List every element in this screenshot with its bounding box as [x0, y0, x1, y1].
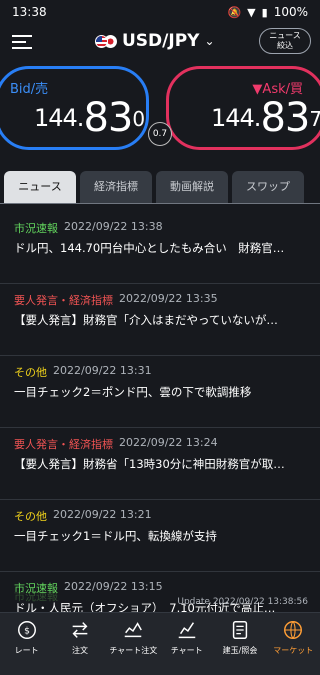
nav-position[interactable]: 建玉/照会: [213, 613, 266, 675]
bottom-navigation: $ レート 注文 チャート注文 チャート 建玉/照会 マーケット: [0, 612, 320, 675]
news-title: 一目チェック2＝ポンド円、雲の下で軟調推移: [14, 385, 252, 399]
news-category: 市況速報: [14, 222, 58, 235]
rate-icon: $: [17, 621, 36, 639]
news-list: 市況速報 2022/09/22 13:38 ドル円、144.70円台中心としたも…: [0, 212, 320, 644]
news-meta: その他 2022/09/22 13:21: [14, 508, 306, 524]
news-time: 2022/09/22 13:38: [64, 220, 163, 233]
chevron-down-icon: ⌄: [204, 34, 215, 48]
nav-market[interactable]: マーケット: [267, 613, 320, 675]
nav-position-label: 建玉/照会: [222, 646, 258, 655]
us-flag-icon: [95, 34, 108, 48]
news-meta: 市況速報 2022/09/22 13:38: [14, 220, 306, 236]
bid-price-small: 0: [132, 107, 145, 131]
news-item[interactable]: その他 2022/09/22 13:31 一目チェック2＝ポンド円、雲の下で軟調…: [0, 356, 320, 428]
news-category: 要人発言・経済指標: [14, 294, 113, 307]
status-icons: 🔕 ▼ ▮: [227, 6, 267, 19]
news-time: 2022/09/22 13:21: [53, 508, 152, 521]
news-time: 2022/09/22 13:24: [119, 436, 218, 449]
currency-pair-selector[interactable]: USD/JPY ⌄: [95, 31, 215, 51]
bid-label: Bid/売: [10, 82, 49, 97]
battery-icon: ▮: [261, 5, 268, 19]
nav-chart-order-label: チャート注文: [109, 646, 158, 655]
top-header: USD/JPY ⌄ ニュース 絞込: [0, 24, 320, 62]
currency-flags: [95, 34, 117, 48]
bid-price-prefix: 144.: [34, 104, 84, 132]
news-category: 要人発言・経済指標: [14, 438, 113, 451]
ask-quote-card[interactable]: ▼Ask/買 144.837: [166, 66, 320, 150]
bid-price-big: 83: [83, 95, 133, 141]
news-item[interactable]: 要人発言・経済指標 2022/09/22 13:24 【要人発言】財務省「13時…: [0, 428, 320, 500]
market-tabs: ニュース 経済指標 動画解説 スワップ: [0, 171, 320, 204]
nav-order-label: 注文: [71, 646, 88, 655]
spread-badge: 0.7: [148, 122, 172, 146]
status-bar: 13:38 🔕 ▼ ▮ 100%: [0, 0, 320, 24]
news-meta: その他 2022/09/22 13:31: [14, 364, 306, 380]
news-filter-button[interactable]: ニュース 絞込: [259, 28, 311, 54]
news-title: ドル円、144.70円台中心としたもみ合い 財務官…: [14, 241, 285, 255]
ask-price-small: 7: [309, 107, 320, 131]
nav-market-label: マーケット: [273, 646, 314, 655]
news-category: その他: [14, 510, 47, 523]
news-title: 一目チェック1＝ドル円、転換線が支持: [14, 529, 217, 543]
svg-text:$: $: [24, 626, 30, 637]
menu-line-bottom: [12, 47, 32, 49]
nav-rate[interactable]: $ レート: [0, 613, 53, 675]
bid-price: 144.830: [34, 98, 145, 138]
chart-icon: [178, 622, 195, 639]
menu-line-top: [12, 35, 32, 37]
status-time: 13:38: [12, 5, 47, 19]
mute-icon: 🔕: [227, 5, 242, 19]
nav-chart-label: チャート: [170, 646, 203, 655]
update-timestamp: Update 2022/09/22 13:38:56: [177, 597, 308, 607]
nav-chart-order[interactable]: チャート注文: [107, 613, 160, 675]
menu-button[interactable]: [12, 35, 32, 51]
status-right: 🔕 ▼ ▮ 100%: [227, 5, 308, 19]
tab-swap[interactable]: スワップ: [232, 171, 304, 203]
news-title: 【要人発言】財務官「介入はまだやっていないが…: [14, 313, 278, 327]
tab-news[interactable]: ニュース: [4, 171, 76, 203]
news-time: 2022/09/22 13:35: [119, 292, 218, 305]
news-item[interactable]: その他 2022/09/22 13:21 一目チェック1＝ドル円、転換線が支持: [0, 500, 320, 572]
bid-quote-card[interactable]: Bid/売 144.830: [0, 66, 149, 150]
tab-video-analysis[interactable]: 動画解説: [156, 171, 228, 203]
news-meta: 要人発言・経済指標 2022/09/22 13:24: [14, 436, 306, 452]
news-item[interactable]: 要人発言・経済指標 2022/09/22 13:35 【要人発言】財務官「介入は…: [0, 284, 320, 356]
ask-price-big: 83: [260, 95, 310, 141]
news-time: 2022/09/22 13:15: [64, 580, 163, 593]
news-category: その他: [14, 366, 47, 379]
nav-rate-label: レート: [14, 646, 39, 655]
ask-price: 144.837: [211, 98, 320, 138]
market-icon: [284, 621, 303, 639]
news-title: 【要人発言】財務省「13時30分に神田財務官が取…: [14, 457, 285, 471]
news-item[interactable]: 市況速報 2022/09/22 13:38 ドル円、144.70円台中心としたも…: [0, 212, 320, 284]
news-meta: 要人発言・経済指標 2022/09/22 13:35: [14, 292, 306, 308]
menu-line-middle: [12, 41, 26, 43]
tab-economic-indicators[interactable]: 経済指標: [80, 171, 152, 203]
nav-order[interactable]: 注文: [53, 613, 106, 675]
battery-level: 100%: [273, 5, 308, 19]
tab-divider: [0, 203, 320, 204]
position-icon: [232, 621, 248, 639]
wifi-icon: ▼: [247, 5, 256, 19]
chart-order-icon: [125, 622, 143, 638]
nav-chart[interactable]: チャート: [160, 613, 213, 675]
news-time: 2022/09/22 13:31: [53, 364, 152, 377]
ask-price-prefix: 144.: [211, 104, 261, 132]
order-icon: [72, 622, 88, 638]
currency-pair-label: USD/JPY: [122, 31, 200, 51]
partial-news-item[interactable]: 市況速報: [14, 588, 58, 604]
